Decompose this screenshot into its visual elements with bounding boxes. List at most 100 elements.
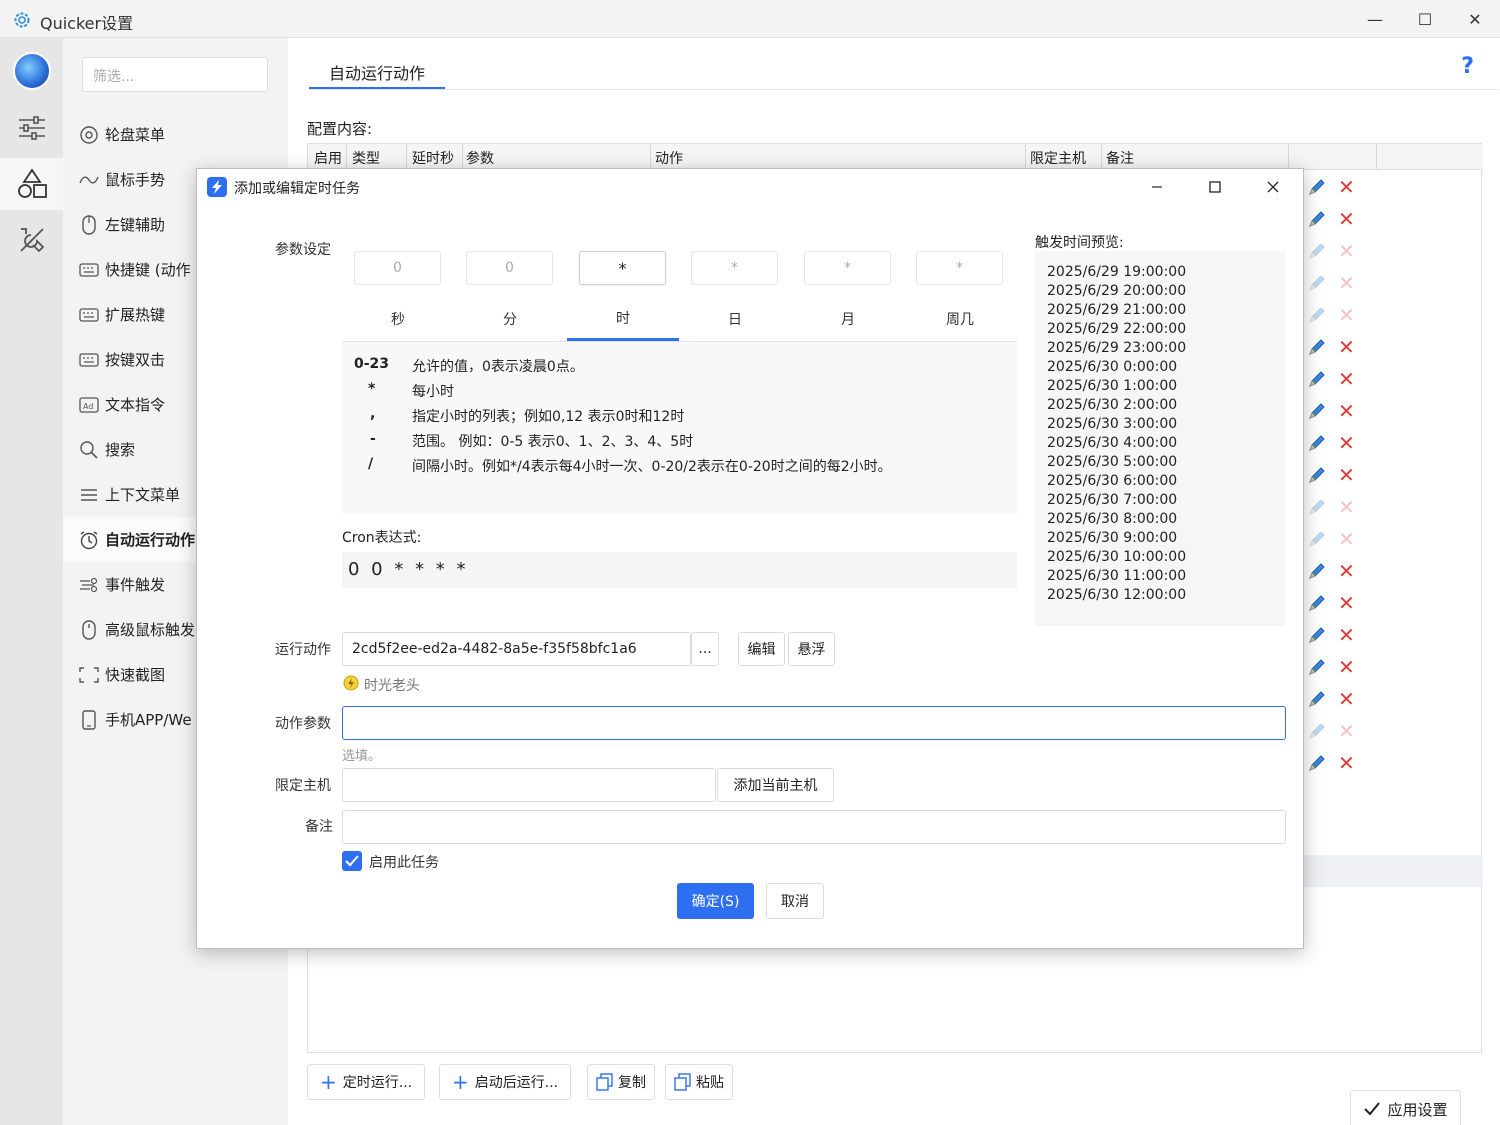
column-separator xyxy=(346,144,347,170)
delete-x-icon[interactable]: ✕ xyxy=(1338,369,1355,389)
edit-pen-icon[interactable] xyxy=(1308,658,1326,676)
close-button[interactable]: ✕ xyxy=(1450,0,1500,38)
edit-pen-icon[interactable] xyxy=(1308,210,1326,228)
maximize-icon xyxy=(1209,181,1221,193)
column-header[interactable]: 备注 xyxy=(1106,148,1134,168)
edit-pen-icon[interactable] xyxy=(1308,754,1326,772)
delete-x-icon[interactable]: ✕ xyxy=(1338,177,1355,197)
tab-hour[interactable]: 时 xyxy=(567,297,679,341)
copy-button[interactable]: 复制 xyxy=(587,1064,655,1100)
edit-pen-icon[interactable] xyxy=(1308,594,1326,612)
edit-pen-icon[interactable] xyxy=(1308,338,1326,356)
cron-day-value[interactable]: * xyxy=(691,251,778,285)
delete-x-icon[interactable]: ✕ xyxy=(1338,337,1355,357)
delete-x-icon[interactable]: ✕ xyxy=(1338,241,1355,261)
cancel-button[interactable]: 取消 xyxy=(766,883,824,919)
delete-x-icon[interactable]: ✕ xyxy=(1338,273,1355,293)
minimize-button[interactable]: — xyxy=(1350,0,1400,38)
dialog-maximize-button[interactable] xyxy=(1186,169,1244,205)
preview-time: 2025/6/30 8:00:00 xyxy=(1047,511,1178,527)
cron-month-value[interactable]: * xyxy=(804,251,891,285)
shapes-button[interactable] xyxy=(0,158,63,210)
float-action-button[interactable]: 悬浮 xyxy=(788,632,835,666)
edit-pen-icon[interactable] xyxy=(1308,530,1326,548)
tools-button[interactable] xyxy=(0,214,63,266)
column-separator xyxy=(1101,144,1102,170)
delete-x-icon[interactable]: ✕ xyxy=(1338,753,1355,773)
delete-x-icon[interactable]: ✕ xyxy=(1338,657,1355,677)
tab-weekday[interactable]: 周几 xyxy=(904,297,1016,341)
delete-x-icon[interactable]: ✕ xyxy=(1338,593,1355,613)
column-header[interactable]: 延时秒 xyxy=(412,148,454,168)
delete-x-icon[interactable]: ✕ xyxy=(1338,305,1355,325)
schedule-run-button[interactable]: + 定时运行... xyxy=(307,1064,426,1100)
column-header[interactable]: 启用 xyxy=(314,148,342,168)
dialog-close-button[interactable] xyxy=(1244,169,1302,205)
column-header[interactable]: 参数 xyxy=(466,148,494,168)
delete-x-icon[interactable]: ✕ xyxy=(1338,625,1355,645)
action-id-field[interactable]: 2cd5f2ee-ed2a-4482-8a5e-f35f58bfc1a6 xyxy=(342,632,691,666)
delete-x-icon[interactable]: ✕ xyxy=(1338,561,1355,581)
add-current-host-button[interactable]: 添加当前主机 xyxy=(717,768,834,802)
startup-run-button[interactable]: + 启动后运行... xyxy=(439,1064,572,1100)
sidebar-item-wheel-menu[interactable]: 轮盘菜单 xyxy=(63,112,288,157)
edit-action-button[interactable]: 编辑 xyxy=(738,632,785,666)
edit-pen-icon[interactable] xyxy=(1308,306,1326,324)
note-input[interactable] xyxy=(342,810,1286,844)
help-icon[interactable]: ? xyxy=(1461,54,1474,79)
tab-minute[interactable]: 分 xyxy=(454,297,566,341)
edit-pen-icon[interactable] xyxy=(1308,722,1326,740)
column-header[interactable]: 动作 xyxy=(655,148,683,168)
apply-settings-button[interactable]: 应用设置 xyxy=(1350,1090,1461,1125)
preview-time: 2025/6/29 20:00:00 xyxy=(1047,283,1187,299)
delete-x-icon[interactable]: ✕ xyxy=(1338,689,1355,709)
enable-task-checkbox[interactable] xyxy=(342,851,362,871)
cron-minute-value[interactable]: 0 xyxy=(466,251,553,285)
edit-pen-icon[interactable] xyxy=(1308,370,1326,388)
sliders-icon xyxy=(18,116,45,140)
tab-auto-run[interactable]: 自动运行动作 xyxy=(309,50,445,90)
author-badge-icon xyxy=(343,675,359,691)
edit-pen-icon[interactable] xyxy=(1308,690,1326,708)
settings-sliders-button[interactable] xyxy=(0,102,63,154)
tab-second[interactable]: 秒 xyxy=(342,297,454,341)
cron-weekday-value[interactable]: * xyxy=(916,251,1003,285)
host-input[interactable] xyxy=(342,768,716,802)
edit-pen-icon[interactable] xyxy=(1308,434,1326,452)
filter-input[interactable]: 筛选... xyxy=(82,57,268,92)
edit-pen-icon[interactable] xyxy=(1308,402,1326,420)
delete-x-icon[interactable]: ✕ xyxy=(1338,529,1355,549)
action-author[interactable]: 时光老头 xyxy=(364,675,420,695)
enable-task-label[interactable]: 启用此任务 xyxy=(369,852,439,872)
browse-action-button[interactable]: ... xyxy=(691,632,719,666)
ok-button[interactable]: 确定(S) xyxy=(677,883,754,919)
delete-x-icon[interactable]: ✕ xyxy=(1338,497,1355,517)
edit-pen-icon[interactable] xyxy=(1308,498,1326,516)
cron-hour-value[interactable]: * xyxy=(579,251,666,285)
delete-x-icon[interactable]: ✕ xyxy=(1338,433,1355,453)
column-header[interactable]: 限定主机 xyxy=(1030,148,1086,168)
maximize-button[interactable]: ☐ xyxy=(1400,0,1450,38)
column-separator xyxy=(1376,144,1377,170)
edit-pen-icon[interactable] xyxy=(1308,626,1326,644)
dialog-minimize-button[interactable] xyxy=(1128,169,1186,205)
plus-icon: + xyxy=(320,1070,337,1094)
action-param-input[interactable] xyxy=(342,706,1286,740)
delete-x-icon[interactable]: ✕ xyxy=(1338,465,1355,485)
avatar[interactable] xyxy=(13,52,51,90)
edit-pen-icon[interactable] xyxy=(1308,178,1326,196)
preview-time: 2025/6/29 23:00:00 xyxy=(1047,340,1187,356)
paste-button[interactable]: 粘贴 xyxy=(665,1064,733,1100)
tab-day[interactable]: 日 xyxy=(679,297,791,341)
column-header[interactable]: 类型 xyxy=(352,148,380,168)
tab-month[interactable]: 月 xyxy=(792,297,904,341)
delete-x-icon[interactable]: ✕ xyxy=(1338,721,1355,741)
delete-x-icon[interactable]: ✕ xyxy=(1338,401,1355,421)
delete-x-icon[interactable]: ✕ xyxy=(1338,209,1355,229)
edit-pen-icon[interactable] xyxy=(1308,562,1326,580)
edit-pen-icon[interactable] xyxy=(1308,274,1326,292)
cron-second-value[interactable]: 0 xyxy=(354,251,441,285)
edit-pen-icon[interactable] xyxy=(1308,242,1326,260)
edit-pen-icon[interactable] xyxy=(1308,466,1326,484)
help-value: 范围。 例如：0-5 表示0、1、2、3、4、5时 xyxy=(412,434,694,450)
